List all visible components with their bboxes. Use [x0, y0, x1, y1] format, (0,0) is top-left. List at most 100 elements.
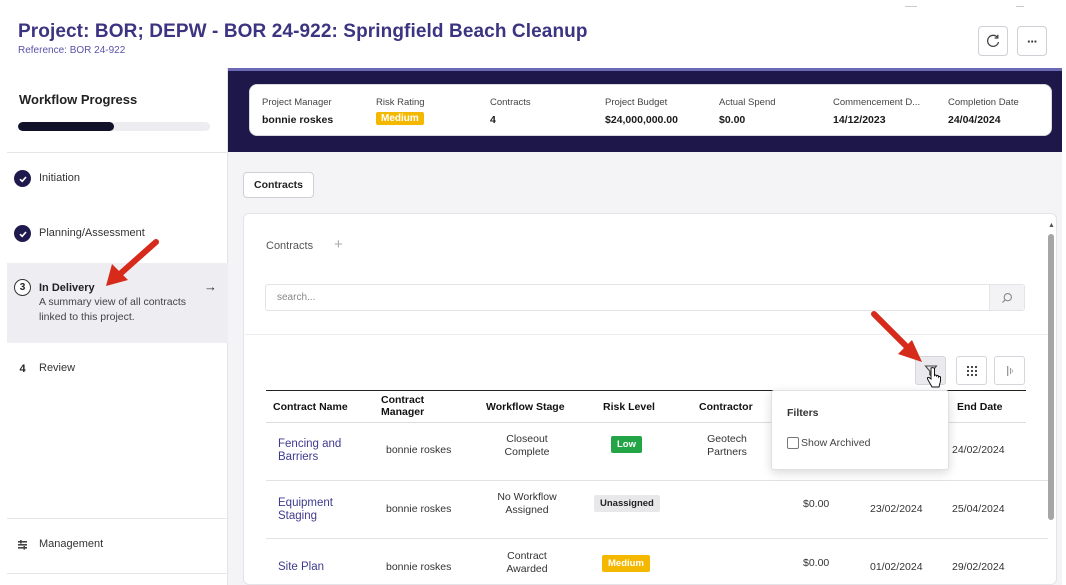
page-title: Project: BOR; DEPW - BOR 24-922: Springf… — [18, 21, 588, 42]
contract-name-link[interactable]: Fencing and Barriers — [278, 438, 368, 464]
scroll-up-icon[interactable]: ▲ — [1048, 222, 1055, 229]
columns-icon — [1006, 365, 1013, 376]
grid-icon — [966, 365, 977, 376]
contract-manager: bonnie roskes — [386, 503, 452, 515]
summary-value: $24,000,000.00 — [605, 114, 678, 126]
risk-rating-badge: Medium — [376, 112, 424, 125]
risk-badge: Low — [611, 436, 642, 453]
sidebar-step-review[interactable]: 4 Review — [7, 358, 228, 380]
risk-badge: Unassigned — [594, 495, 660, 512]
management-icon — [14, 536, 31, 553]
project-summary-card: Project Manager bonnie roskes Risk Ratin… — [249, 84, 1052, 136]
search-input[interactable] — [266, 285, 988, 310]
filter-icon — [923, 364, 938, 377]
start-date: 23/02/2024 — [870, 503, 923, 515]
column-header-contractor[interactable]: Contractor — [699, 401, 753, 413]
contract-amount: $0.00 — [803, 498, 830, 510]
summary-completion-date: Completion Date 24/04/2024 — [948, 97, 1019, 126]
filters-popover: Filters Show Archived — [771, 390, 949, 470]
workflow-progress-title: Workflow Progress — [19, 92, 138, 107]
step-description: A summary view of all contracts linked t… — [39, 296, 187, 323]
step-number-badge: 3 — [14, 279, 31, 296]
check-icon — [14, 170, 31, 187]
search-box — [265, 284, 1025, 311]
column-header-contract-name[interactable]: Contract Name — [273, 401, 348, 413]
banner-accent — [228, 68, 1062, 71]
contract-amount: $0.00 — [803, 557, 830, 569]
summary-label: Commencement D... — [833, 97, 921, 108]
workflow-stage: No Workflow Assigned — [497, 491, 557, 516]
summary-actual-spend: Actual Spend $0.00 — [719, 97, 776, 126]
column-header-risk-level[interactable]: Risk Level — [603, 401, 655, 413]
contract-name-link[interactable]: Site Plan — [278, 561, 368, 574]
column-header-contract-manager[interactable]: Contract Manager — [381, 394, 441, 418]
workflow-sidebar: Workflow Progress Initiation Planning/As… — [7, 68, 228, 585]
end-date: 29/02/2024 — [952, 561, 1005, 573]
risk-badge: Medium — [602, 555, 650, 572]
start-date: 01/02/2024 — [870, 561, 923, 573]
workflow-stage: Contract Awarded — [506, 550, 548, 575]
contract-name-link[interactable]: Equipment Staging — [278, 497, 368, 523]
workflow-stage: Closeout Complete — [504, 433, 550, 458]
summary-value: 14/12/2023 — [833, 114, 886, 126]
summary-value: 24/04/2024 — [948, 114, 1001, 126]
filter-button[interactable] — [915, 356, 946, 385]
summary-label: Risk Rating — [376, 97, 425, 108]
grid-view-button[interactable] — [956, 356, 987, 385]
summary-value: $0.00 — [719, 114, 746, 126]
summary-commencement-date: Commencement D... 14/12/2023 — [833, 97, 920, 126]
end-date: 25/04/2024 — [952, 503, 1005, 515]
summary-contracts: Contracts 4 — [490, 97, 531, 126]
tab-contracts[interactable]: Contracts — [243, 172, 314, 198]
workflow-progress-bar — [18, 122, 210, 131]
sidebar-step-in-delivery[interactable]: 3 In Delivery A summary view of all cont… — [7, 263, 228, 343]
table-row[interactable]: Site Plan bonnie roskes Contract Awarded… — [266, 539, 1048, 585]
step-label: Initiation — [39, 172, 80, 184]
step-number: 4 — [19, 362, 26, 375]
sidebar-step-initiation[interactable]: Initiation — [7, 168, 228, 190]
end-date: 24/02/2024 — [952, 444, 1005, 456]
arrow-right-icon[interactable]: → — [204, 279, 217, 294]
summary-label: Project Budget — [605, 97, 668, 108]
more-icon: ··· — [1027, 33, 1038, 49]
more-options-button[interactable]: ··· — [1017, 26, 1047, 56]
refresh-icon — [987, 34, 1000, 47]
page-header: Project: BOR; DEPW - BOR 24-922: Springf… — [0, 0, 1066, 68]
summary-value: bonnie roskes — [262, 114, 334, 126]
column-header-end-date[interactable]: End Date — [957, 401, 1003, 413]
filters-title: Filters — [787, 407, 819, 419]
column-header-workflow-stage[interactable]: Workflow Stage — [486, 401, 565, 413]
summary-label: Actual Spend — [719, 97, 776, 108]
panel-divider — [245, 334, 1048, 335]
project-reference: Reference: BOR 24-922 — [18, 45, 126, 56]
top-divider — [905, 6, 917, 7]
vertical-scrollbar[interactable] — [1048, 234, 1054, 520]
step-label: Management — [39, 538, 104, 550]
step-label: In Delivery — [39, 282, 95, 294]
summary-label: Contracts — [490, 97, 531, 108]
sidebar-step-planning[interactable]: Planning/Assessment — [7, 223, 228, 245]
refresh-button[interactable] — [978, 26, 1008, 56]
summary-label: Project Manager — [262, 97, 332, 108]
check-icon — [14, 225, 31, 242]
add-contract-button[interactable]: + — [334, 236, 343, 253]
contractor: Geotech Partners — [707, 433, 747, 458]
top-divider — [1016, 6, 1024, 7]
summary-project-manager: Project Manager bonnie roskes — [262, 97, 333, 126]
show-archived-label[interactable]: Show Archived — [801, 437, 870, 449]
search-icon — [1002, 292, 1012, 303]
workflow-progress-fill — [18, 122, 114, 131]
sidebar-item-management[interactable]: Management — [7, 534, 228, 556]
sidebar-divider — [7, 518, 228, 519]
step-label: Planning/Assessment — [39, 227, 145, 239]
summary-label: Completion Date — [948, 97, 1019, 108]
columns-button[interactable] — [994, 356, 1025, 385]
show-archived-checkbox[interactable] — [787, 437, 799, 449]
summary-value: 4 — [490, 114, 496, 126]
contract-manager: bonnie roskes — [386, 561, 452, 573]
search-button[interactable] — [989, 285, 1024, 310]
table-row[interactable]: Equipment Staging bonnie roskes No Workf… — [266, 481, 1048, 539]
summary-project-budget: Project Budget $24,000,000.00 — [605, 97, 678, 126]
sidebar-divider — [7, 152, 228, 153]
sidebar-divider — [7, 573, 228, 574]
